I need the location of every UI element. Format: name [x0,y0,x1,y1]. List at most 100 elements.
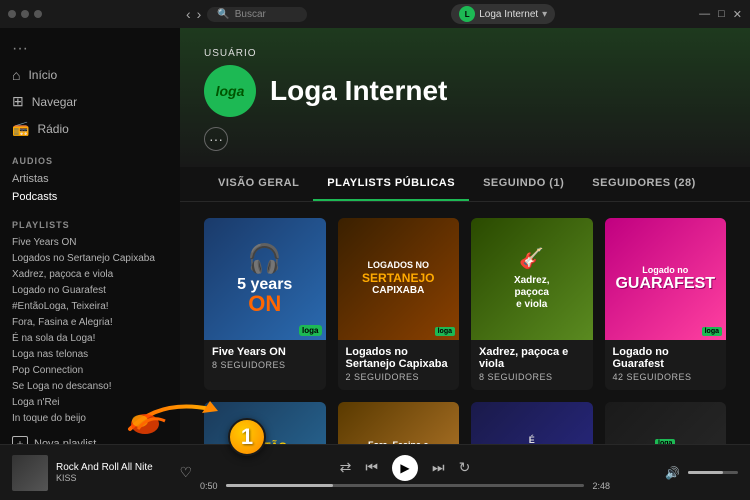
volume-bar[interactable] [688,471,738,474]
loga-badge: loga [435,327,455,336]
list-item[interactable]: É na sola da Loga! [12,330,168,346]
shuffle-button[interactable]: ⇄ [340,459,352,476]
track-artist: KISS [56,473,171,483]
card7-bg: É NA SOLA DA LOGA! [471,402,593,445]
maximize-button[interactable]: □ [718,8,725,20]
next-button[interactable]: ⏭ [432,459,445,476]
sidebar-label-navegar: Navegar [32,95,77,109]
fora-text: Fora, Fasina e [368,440,429,444]
list-item[interactable]: Logados no Sertanejo Capixaba [12,250,168,266]
playlist-card-guarafest[interactable]: Logado no GUARAFEST loga Logado no Guara… [605,218,727,390]
playlist-card-info: Xadrez, paçoca e viola 8 SEGUIDORES [471,340,593,390]
list-item[interactable]: Logado no Guarafest [12,282,168,298]
playlist-title: Five Years ON [212,346,318,358]
guarafest-text: GUARAFEST [615,275,715,293]
new-playlist-button[interactable]: + Nova playlist [0,430,180,444]
volume-icon: 🔊 [665,466,680,480]
headphones-icon: 🎧 [247,242,282,275]
track-title: Rock And Roll All Nite [56,462,171,473]
sertanejo-text: SERTANEJO [362,271,434,285]
list-item[interactable]: Fora, Fasina e Alegria! [12,314,168,330]
playlist-card-xadrez[interactable]: 🎸 Xadrez, paçoca e viola Xadrez, paçoca … [471,218,593,390]
more-options-button[interactable]: ··· [204,127,228,151]
player-right: 🔊 [618,466,738,480]
minimize-button[interactable]: — [699,8,710,20]
progress-bar[interactable] [226,484,585,487]
dot-3 [34,10,42,18]
sidebar-menu-dots[interactable]: ··· [12,36,168,62]
list-item[interactable]: Se Loga no descanso! [12,378,168,394]
list-item[interactable]: In toque do beijo [12,410,168,426]
playlist-followers: 8 SEGUIDORES [479,372,585,382]
sidebar-item-artistas[interactable]: Artistas [12,170,168,188]
card6-text: Fora, Fasina e Alegria! loga [368,440,429,444]
play-pause-button[interactable]: ▶ [392,455,418,481]
pacoca-text: paçoca [514,287,550,299]
card4-text: Logado no GUARAFEST [615,265,715,293]
card8-bg: loga NAS TELONAS! ⭐ [605,402,727,445]
logo-text: loga [216,83,245,99]
playlist-card-fora-fasina[interactable]: Fora, Fasina e Alegria! loga Fora, Fasin… [338,402,460,445]
playlist-followers: 8 SEGUIDORES [212,360,318,370]
playlist-card-five-years[interactable]: 🎧 5 years ON loga Five Years ON 8 SEGUID… [204,218,326,390]
volume-fill [688,471,723,474]
card4-bg: Logado no GUARAFEST loga [605,218,727,340]
dot-1 [8,10,16,18]
list-item[interactable]: #EntãoLoga, Teixeira! [12,298,168,314]
on-text: ON [237,293,292,315]
profile-logo: loga [204,65,256,117]
sidebar-item-navegar[interactable]: ⊞ Navegar [12,88,168,115]
playlist-card-sertanejo[interactable]: Logados no SERTANEJO CAPIXABA loga Logad… [338,218,460,390]
card8-text: loga NAS TELONAS! ⭐ [628,437,703,444]
now-playing: Rock And Roll All Nite KISS ♡ [12,455,192,491]
search-bar[interactable]: 🔍 Buscar [207,7,307,22]
chevron-down-icon: ▾ [542,9,547,20]
playlist-card-telonas[interactable]: loga NAS TELONAS! ⭐ Loga nas telonas 4 S… [605,402,727,445]
list-item[interactable]: Loga n'Rei [12,394,168,410]
xadrez-text: Xadrez, [514,275,550,287]
playlist-followers: 42 SEGUIDORES [613,372,719,382]
forward-arrow-icon[interactable]: › [197,6,202,22]
tab-visao-geral[interactable]: VISÃO GERAL [204,167,313,201]
tabs-bar: VISÃO GERAL PLAYLISTS PÚBLICAS SEGUINDO … [180,167,750,202]
title-bar-nav: ‹ › 🔍 Buscar [186,6,307,22]
profile-actions: ··· [204,127,726,151]
card3-bg: 🎸 Xadrez, paçoca e viola [471,218,593,340]
heart-icon[interactable]: ♡ [179,464,192,481]
card3-text: Xadrez, paçoca e viola [514,275,550,311]
playlist-card-sola[interactable]: É NA SOLA DA LOGA! É na sola da Loga! 6 … [471,402,593,445]
guitar-icon: 🎸 [519,246,544,271]
tab-seguidores[interactable]: SEGUIDORES (28) [578,167,709,201]
tab-seguindo[interactable]: SEGUINDO (1) [469,167,578,201]
list-item[interactable]: Xadrez, paçoca e viola [12,266,168,282]
title-bar-user[interactable]: L Loga Internet ▾ [451,4,555,24]
sidebar-item-radio[interactable]: 📻 Rádio [12,115,168,142]
list-item[interactable]: Pop Connection [12,362,168,378]
playlist-card-info: Logado no Guarafest 42 SEGUIDORES [605,340,727,390]
e-text: É [509,435,554,444]
track-thumbnail [12,455,48,491]
user-name-label: Loga Internet [479,9,538,20]
prev-button[interactable]: ⏮ [365,459,378,476]
radio-icon: 📻 [12,120,29,137]
list-item[interactable]: Loga nas telonas [12,346,168,362]
sidebar-item-inicio[interactable]: ⌂ Início [12,62,168,88]
playlists-section: PLAYLISTS Five Years ON Logados no Serta… [0,212,180,426]
tab-playlists-publicas[interactable]: PLAYLISTS PÚBLICAS [313,167,469,201]
card7-text: É NA SOLA DA LOGA! [509,435,554,444]
playlist-title: Xadrez, paçoca e viola [479,346,585,370]
sidebar-item-podcasts[interactable]: Podcasts [12,188,168,206]
list-item[interactable]: Five Years ON [12,234,168,250]
sidebar-label-radio: Rádio [37,122,68,136]
playback-bar: Rock And Roll All Nite KISS ♡ ⇄ ⏮ ▶ ⏭ ↻ … [0,444,750,500]
sidebar: ··· ⌂ Início ⊞ Navegar 📻 Rádio AUDIOS Ar… [0,28,180,444]
user-avatar-small: L [459,6,475,22]
back-arrow-icon[interactable]: ‹ [186,6,191,22]
close-button[interactable]: ✕ [733,8,742,21]
repeat-button[interactable]: ↻ [459,459,471,476]
player-buttons: ⇄ ⏮ ▶ ⏭ ↻ [340,455,471,481]
logado-text: Logado no [615,265,715,275]
now-playing-info: Rock And Roll All Nite KISS [56,462,171,483]
search-placeholder: Buscar [235,9,266,20]
audios-section-title: AUDIOS [12,156,168,166]
